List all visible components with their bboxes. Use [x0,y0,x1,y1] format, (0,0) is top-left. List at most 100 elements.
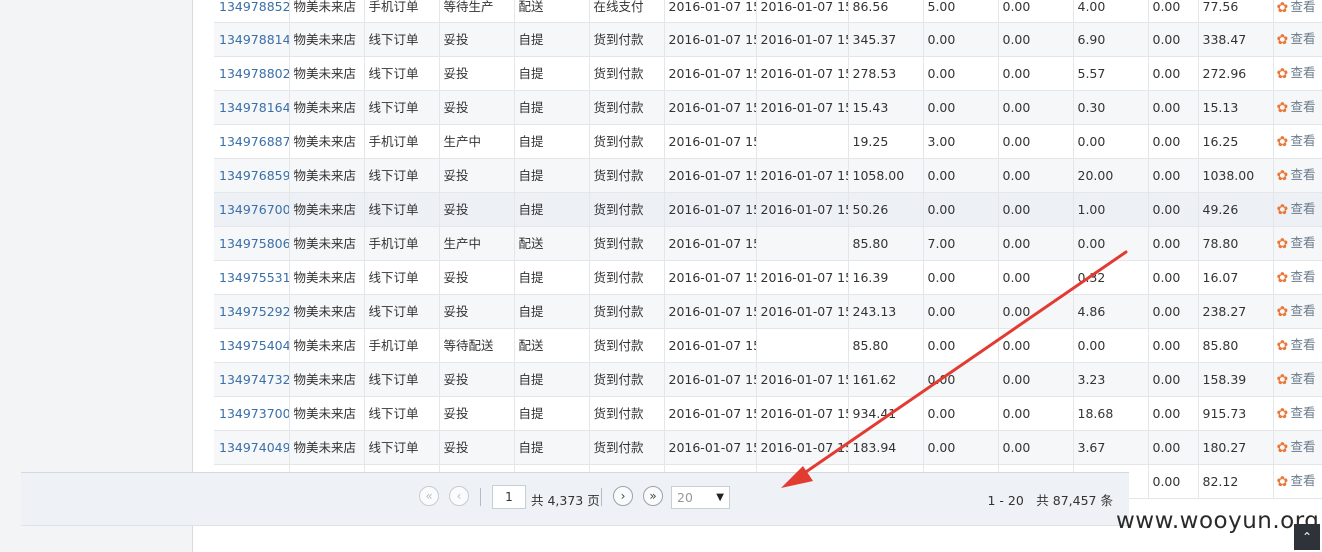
coupon-amount: 0.00 [998,0,1074,23]
paid-amount: 16.07 [1198,260,1274,295]
payment-method: 货到付款 [589,294,665,329]
orders-table-body: 1349788524物美未来店手机订单等待生产配送在线支付2016-01-07 … [214,0,1322,499]
order-type: 线下订单 [364,56,440,91]
created-time: 2016-01-07 15: [664,192,757,227]
view-order-button[interactable]: ✿ 查看 [1273,90,1322,125]
table-row: 1349754041物美未来店手机订单等待配送配送货到付款2016-01-07 … [214,328,1322,363]
order-id-link[interactable]: 1349768877 [214,124,290,159]
next-page-button[interactable]: › [613,486,633,506]
discount-amount: 3.67 [1073,430,1149,465]
order-amount: 183.94 [848,430,924,465]
order-status: 妥投 [439,362,515,397]
coupon-amount: 0.00 [998,362,1074,397]
order-amount: 19.25 [848,124,924,159]
view-order-button[interactable]: ✿ 查看 [1273,226,1322,261]
delivery-method: 自提 [514,192,590,227]
order-id-link[interactable]: 1349788524 [214,0,290,23]
view-order-button[interactable]: ✿ 查看 [1273,294,1322,329]
order-id-link[interactable]: 1349737005 [214,396,290,431]
table-row: 1349768877物美未来店手机订单生产中自提货到付款2016-01-07 1… [214,124,1322,159]
order-id-link[interactable]: 1349767008 [214,192,290,227]
paid-amount: 272.96 [1198,56,1274,91]
view-order-button[interactable]: ✿ 查看 [1273,0,1322,23]
order-status: 妥投 [439,90,515,125]
view-order-button[interactable]: ✿ 查看 [1273,158,1322,193]
paid-amount: 238.27 [1198,294,1274,329]
created-time: 2016-01-07 15: [664,226,757,261]
view-order-button[interactable]: ✿ 查看 [1273,192,1322,227]
freight-amount: 0.00 [923,22,999,57]
order-type: 线下订单 [364,294,440,329]
payment-method: 货到付款 [589,260,665,295]
order-amount: 345.37 [848,22,924,57]
points-amount: 0.00 [1148,22,1199,57]
coupon-amount: 0.00 [998,396,1074,431]
order-status: 妥投 [439,396,515,431]
view-label: 查看 [1290,438,1316,454]
table-row: 1349752926物美未来店线下订单妥投自提货到付款2016-01-07 15… [214,294,1322,329]
coupon-amount: 0.00 [998,124,1074,159]
paid-amount: 180.27 [1198,430,1274,465]
paid-amount: 16.25 [1198,124,1274,159]
order-id-link[interactable]: 1349754041 [214,328,290,363]
order-id-link[interactable]: 1349740493 [214,430,290,465]
gear-icon: ✿ [1276,31,1289,48]
order-id-link[interactable]: 1349781640 [214,90,290,125]
points-amount: 0.00 [1148,226,1199,261]
main-content: 1349788524物美未来店手机订单等待生产配送在线支付2016-01-07 … [193,0,1322,552]
finished-time: 2016-01-07 15: [756,192,849,227]
delivery-method: 自提 [514,362,590,397]
view-order-button[interactable]: ✿ 查看 [1273,22,1322,57]
gear-icon: ✿ [1276,201,1289,218]
payment-method: 货到付款 [589,22,665,57]
page-size-value: 20 [677,490,693,505]
view-label: 查看 [1290,0,1316,14]
coupon-amount: 0.00 [998,90,1074,125]
created-time: 2016-01-07 15: [664,56,757,91]
view-order-button[interactable]: ✿ 查看 [1273,124,1322,159]
order-id-link[interactable]: 1349755316 [214,260,290,295]
table-row: 1349740493物美未来店线下订单妥投自提货到付款2016-01-07 15… [214,430,1322,465]
page-size-select[interactable]: 20 ▼ [671,486,730,509]
freight-amount: 0.00 [923,90,999,125]
last-page-button[interactable]: » [643,486,663,506]
view-order-button[interactable]: ✿ 查看 [1273,56,1322,91]
order-id-link[interactable]: 1349788027 [214,56,290,91]
paid-amount: 77.56 [1198,0,1274,23]
order-id-link[interactable]: 1349747324 [214,362,290,397]
created-time: 2016-01-07 15: [664,430,757,465]
store-name: 物美未来店 [289,328,365,363]
scroll-top-icon[interactable]: ⌃ [1294,524,1320,550]
page-number-input[interactable] [492,485,526,509]
discount-amount: 6.90 [1073,22,1149,57]
order-id-link[interactable]: 1349768594 [214,158,290,193]
view-order-button[interactable]: ✿ 查看 [1273,328,1322,363]
paid-amount: 915.73 [1198,396,1274,431]
store-name: 物美未来店 [289,158,365,193]
view-order-button[interactable]: ✿ 查看 [1273,430,1322,465]
order-amount: 16.39 [848,260,924,295]
prev-page-button[interactable]: ‹ [449,486,469,506]
finished-time: 2016-01-07 15: [756,430,849,465]
freight-amount: 7.00 [923,226,999,261]
gear-icon: ✿ [1276,0,1289,16]
view-order-button[interactable]: ✿ 查看 [1273,260,1322,295]
order-status: 生产中 [439,124,515,159]
freight-amount: 0.00 [923,158,999,193]
order-id-link[interactable]: 1349788149 [214,22,290,57]
first-page-button[interactable]: « [419,486,439,506]
view-order-button[interactable]: ✿ 查看 [1273,464,1322,499]
coupon-amount: 0.00 [998,192,1074,227]
view-order-button[interactable]: ✿ 查看 [1273,362,1322,397]
order-status: 妥投 [439,260,515,295]
order-amount: 85.80 [848,328,924,363]
finished-time: 2016-01-07 15: [756,294,849,329]
freight-amount: 0.00 [923,362,999,397]
view-order-button[interactable]: ✿ 查看 [1273,396,1322,431]
order-id-link[interactable]: 1349758061 [214,226,290,261]
freight-amount: 0.00 [923,294,999,329]
order-id-link[interactable]: 1349752926 [214,294,290,329]
finished-time: 2016-01-07 15: [756,0,849,23]
delivery-method: 自提 [514,260,590,295]
discount-amount: 4.00 [1073,0,1149,23]
